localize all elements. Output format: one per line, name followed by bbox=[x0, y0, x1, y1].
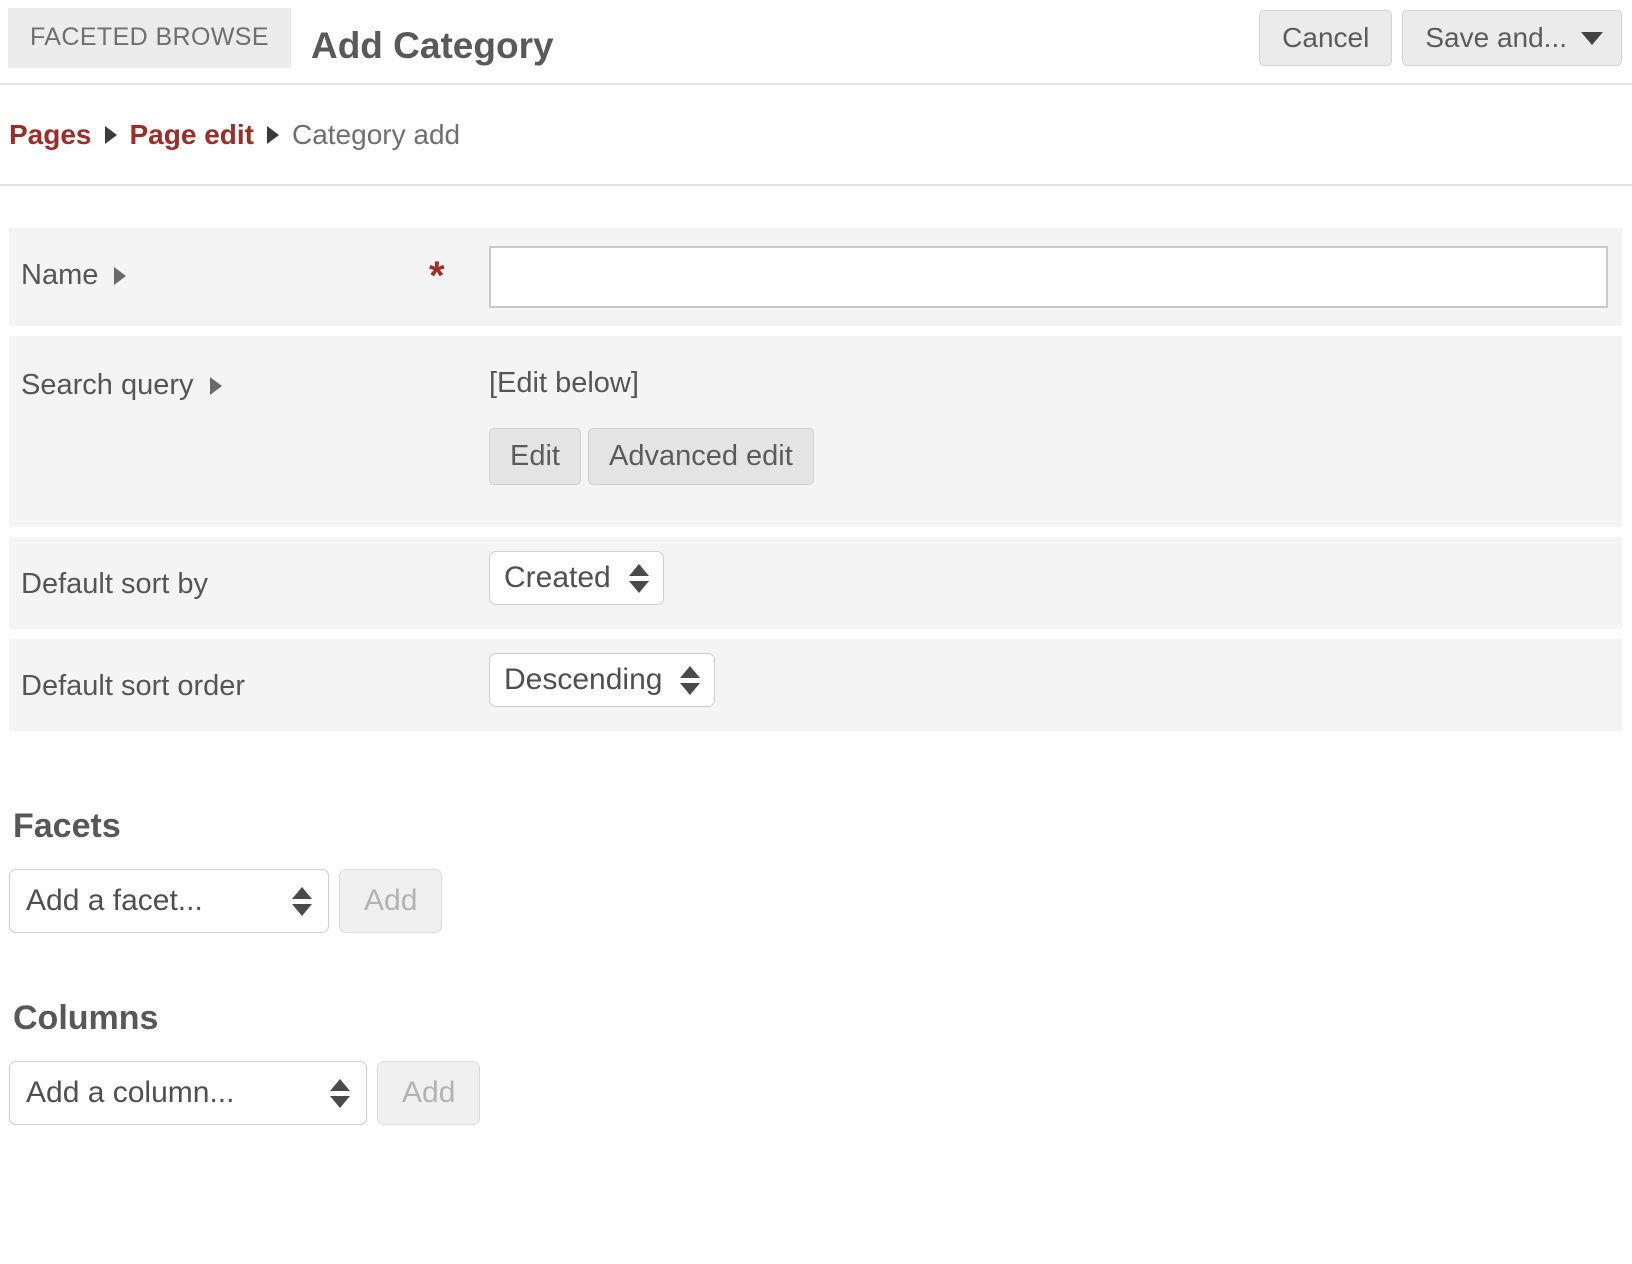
caret-right-icon bbox=[104, 125, 117, 144]
field-control-search-query: [Edit below] Edit Advanced edit bbox=[489, 336, 1622, 527]
required-marker-spacer bbox=[429, 537, 489, 565]
add-facet-select-value: Add a facet... bbox=[26, 884, 203, 918]
columns-section: Columns Add a column... Add bbox=[9, 933, 1632, 1126]
add-facet-select[interactable]: Add a facet... bbox=[9, 869, 329, 934]
field-label-default-sort-order-text: Default sort order bbox=[21, 670, 246, 703]
breadcrumb-bar: Pages Page edit Category add bbox=[0, 85, 1632, 186]
facets-adder: Add a facet... Add bbox=[9, 869, 1632, 934]
caret-right-icon[interactable] bbox=[209, 376, 222, 395]
app-badge: FACETED BROWSE bbox=[8, 8, 291, 68]
up-down-stepper-icon bbox=[292, 886, 314, 916]
default-sort-order-value: Descending bbox=[504, 663, 663, 697]
facets-section-title: Facets bbox=[13, 807, 121, 846]
field-label-search-query-text: Search query bbox=[21, 369, 194, 401]
breadcrumb-item-pages[interactable]: Pages bbox=[9, 119, 92, 151]
name-input[interactable] bbox=[489, 246, 1608, 308]
field-row-name: Name * bbox=[9, 228, 1622, 326]
add-facet-button[interactable]: Add bbox=[339, 869, 443, 934]
required-marker-spacer bbox=[429, 639, 489, 667]
up-down-stepper-icon bbox=[330, 1078, 352, 1108]
add-column-button[interactable]: Add bbox=[377, 1061, 481, 1126]
default-sort-by-select[interactable]: Created bbox=[489, 551, 664, 606]
field-label-name: Name bbox=[9, 228, 429, 292]
field-label-default-sort-by: Default sort by bbox=[9, 537, 429, 601]
breadcrumb-item-page-edit[interactable]: Page edit bbox=[130, 119, 254, 151]
caret-right-icon[interactable] bbox=[114, 266, 127, 285]
default-sort-by-value: Created bbox=[504, 561, 611, 595]
required-marker: * bbox=[429, 254, 445, 298]
up-down-stepper-icon bbox=[628, 563, 651, 593]
header-actions: Cancel Save and... bbox=[1259, 10, 1622, 67]
advanced-edit-query-button[interactable]: Advanced edit bbox=[587, 428, 814, 486]
header-left: FACETED BROWSE Add Category bbox=[0, 0, 554, 68]
add-column-select[interactable]: Add a column... bbox=[9, 1061, 367, 1126]
field-row-default-sort-by: Default sort by Created bbox=[9, 537, 1622, 630]
search-query-value: [Edit below] bbox=[489, 367, 639, 399]
edit-query-button[interactable]: Edit bbox=[489, 428, 581, 486]
search-query-buttons: Edit Advanced edit bbox=[489, 428, 1608, 509]
up-down-stepper-icon bbox=[680, 665, 702, 695]
field-row-search-query: Search query [Edit below] Edit Advanced … bbox=[9, 336, 1622, 528]
field-control-name bbox=[489, 228, 1622, 326]
columns-adder: Add a column... Add bbox=[9, 1061, 1632, 1126]
field-control-default-sort-order: Descending bbox=[489, 639, 1622, 721]
save-and-button[interactable]: Save and... bbox=[1402, 10, 1622, 67]
default-sort-order-select[interactable]: Descending bbox=[489, 653, 716, 708]
required-marker-spacer bbox=[429, 336, 489, 364]
form-area: Name * Search query [Edit below] Edit Ad… bbox=[0, 186, 1632, 732]
field-label-default-sort-by-text: Default sort by bbox=[21, 568, 208, 601]
cancel-button[interactable]: Cancel bbox=[1259, 10, 1393, 67]
columns-section-title: Columns bbox=[13, 999, 159, 1038]
page-title: Add Category bbox=[310, 25, 554, 66]
field-label-search-query: Search query bbox=[9, 336, 429, 402]
facets-section: Facets Add a facet... Add bbox=[9, 741, 1632, 934]
field-label-name-text: Name bbox=[21, 259, 99, 291]
breadcrumb-item-category-add: Category add bbox=[291, 118, 461, 150]
field-row-default-sort-order: Default sort order Descending bbox=[9, 639, 1622, 732]
caret-down-icon bbox=[1581, 31, 1603, 45]
field-control-default-sort-by: Created bbox=[489, 537, 1622, 619]
add-column-select-value: Add a column... bbox=[26, 1076, 235, 1110]
field-label-default-sort-order: Default sort order bbox=[9, 639, 429, 703]
caret-right-icon bbox=[266, 125, 279, 144]
page-header: FACETED BROWSE Add Category Cancel Save … bbox=[0, 0, 1632, 85]
save-and-button-label: Save and... bbox=[1425, 22, 1567, 53]
breadcrumb: Pages Page edit Category add bbox=[9, 119, 460, 151]
